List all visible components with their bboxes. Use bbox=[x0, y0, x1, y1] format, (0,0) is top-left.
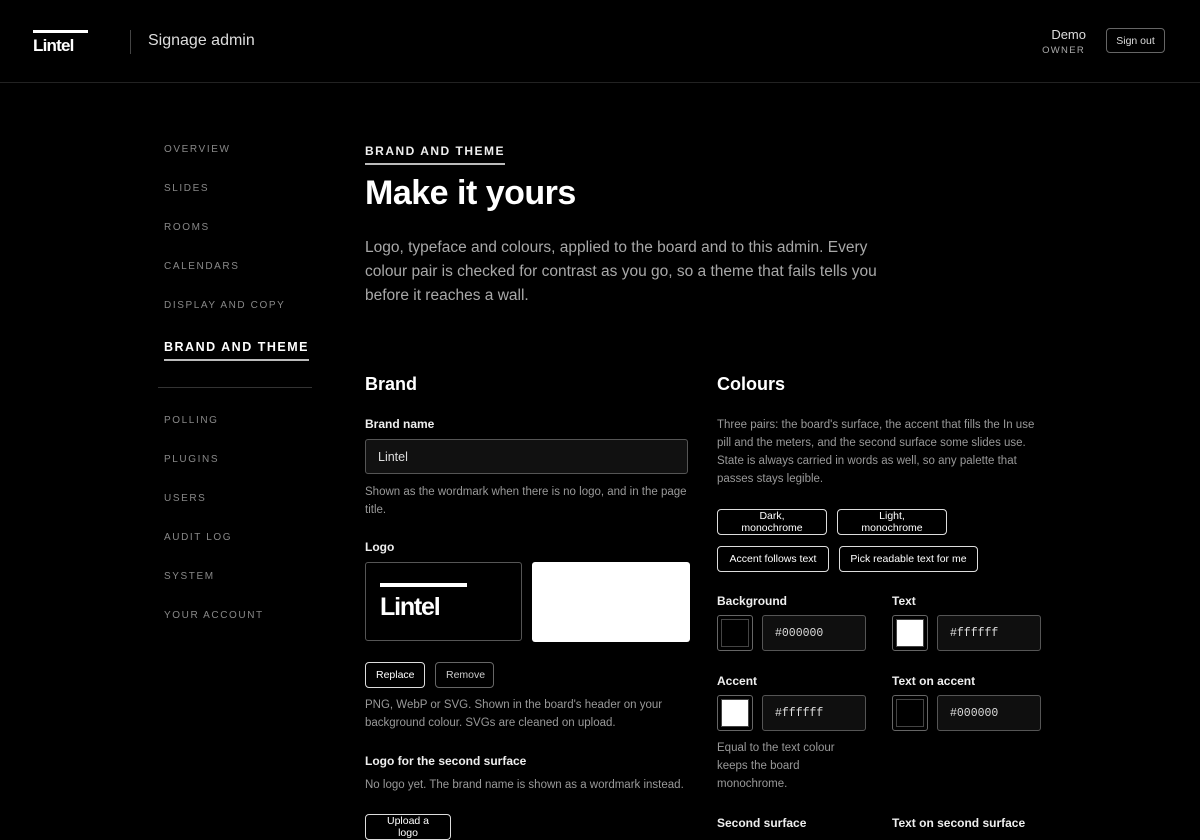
upload-logo-button[interactable]: Upload a logo bbox=[365, 814, 451, 840]
sidebar-item-calendars[interactable]: CALENDARS bbox=[164, 261, 240, 272]
text-on-accent-swatch-fill bbox=[896, 699, 924, 727]
remove-logo-button[interactable]: Remove bbox=[435, 662, 494, 688]
brand-name-input[interactable] bbox=[365, 439, 688, 474]
header-divider bbox=[130, 30, 131, 54]
sidebar-item-system[interactable]: SYSTEM bbox=[164, 571, 215, 582]
page-eyebrow: BRAND AND THEME bbox=[365, 144, 506, 165]
background-hex-input[interactable] bbox=[762, 615, 866, 651]
preset-pick-readable-text-button[interactable]: Pick readable text for me bbox=[839, 546, 978, 572]
accent-swatch[interactable] bbox=[717, 695, 753, 731]
logo-preview-bar bbox=[380, 583, 467, 587]
sidebar-item-slides[interactable]: SLIDES bbox=[164, 183, 209, 194]
sign-out-button[interactable]: Sign out bbox=[1106, 28, 1165, 53]
sidebar-item-your-account[interactable]: YOUR ACCOUNT bbox=[164, 610, 264, 621]
brand-name-help: Shown as the wordmark when there is no l… bbox=[365, 486, 687, 516]
text-on-accent-swatch[interactable] bbox=[892, 695, 928, 731]
colours-intro: Three pairs: the board's surface, the ac… bbox=[717, 419, 1035, 485]
logo-bar bbox=[33, 30, 88, 33]
second-surface-label: Second surface bbox=[717, 816, 807, 830]
sidebar-item-plugins[interactable]: PLUGINS bbox=[164, 454, 219, 465]
page-title: Make it yours bbox=[365, 174, 576, 212]
text-on-accent-hex-input[interactable] bbox=[937, 695, 1041, 731]
logo-preview-dark: Lintel bbox=[365, 562, 522, 641]
text-on-accent-label: Text on accent bbox=[892, 674, 976, 688]
accent-swatch-fill bbox=[721, 699, 749, 727]
accent-help: Equal to the text colour keeps the board… bbox=[717, 742, 835, 790]
background-swatch[interactable] bbox=[717, 615, 753, 651]
accent-label: Accent bbox=[717, 674, 758, 688]
brand-name-label: Brand name bbox=[365, 417, 435, 431]
brand-logo[interactable]: Lintel bbox=[33, 30, 89, 54]
sidebar-item-users[interactable]: USERS bbox=[164, 493, 206, 504]
preset-accent-follows-text-button[interactable]: Accent follows text bbox=[717, 546, 829, 572]
user-role: OWNER bbox=[1042, 45, 1085, 56]
background-label: Background bbox=[717, 594, 788, 608]
logo-wordmark: Lintel bbox=[33, 36, 74, 55]
accent-hex-input[interactable] bbox=[762, 695, 866, 731]
text-swatch-fill bbox=[896, 619, 924, 647]
sidebar-item-audit-log[interactable]: AUDIT LOG bbox=[164, 532, 232, 543]
sidebar-item-display-and-copy[interactable]: DISPLAY AND COPY bbox=[164, 300, 285, 311]
second-logo-help: No logo yet. The brand name is shown as … bbox=[365, 779, 684, 791]
user-name: Demo bbox=[1051, 27, 1086, 42]
background-swatch-fill bbox=[721, 619, 749, 647]
preset-dark-monochrome-button[interactable]: Dark, monochrome bbox=[717, 509, 827, 535]
text-colour-label: Text bbox=[892, 594, 916, 608]
logo-preview-light bbox=[532, 562, 690, 642]
sidebar-divider bbox=[158, 387, 312, 388]
sidebar-item-overview[interactable]: OVERVIEW bbox=[164, 144, 231, 155]
logo-label: Logo bbox=[365, 540, 395, 554]
sidebar-item-brand-and-theme[interactable]: BRAND AND THEME bbox=[164, 340, 309, 361]
logo-preview-wordmark: Lintel bbox=[380, 593, 441, 621]
preset-light-monochrome-button[interactable]: Light, monochrome bbox=[837, 509, 947, 535]
second-logo-label: Logo for the second surface bbox=[365, 754, 527, 768]
logo-help: PNG, WebP or SVG. Shown in the board's h… bbox=[365, 699, 663, 729]
text-hex-input[interactable] bbox=[937, 615, 1041, 651]
text-on-second-surface-label: Text on second surface bbox=[892, 816, 1026, 830]
brand-heading: Brand bbox=[365, 374, 418, 394]
page-description: Logo, typeface and colours, applied to t… bbox=[365, 239, 877, 304]
sidebar-item-polling[interactable]: POLLING bbox=[164, 415, 219, 426]
sidebar-item-rooms[interactable]: ROOMS bbox=[164, 222, 210, 233]
replace-logo-button[interactable]: Replace bbox=[365, 662, 425, 688]
app-title: Signage admin bbox=[148, 32, 255, 49]
colours-heading: Colours bbox=[717, 374, 786, 394]
text-swatch[interactable] bbox=[892, 615, 928, 651]
app-header: Lintel Signage admin Demo OWNER Sign out bbox=[0, 0, 1200, 83]
